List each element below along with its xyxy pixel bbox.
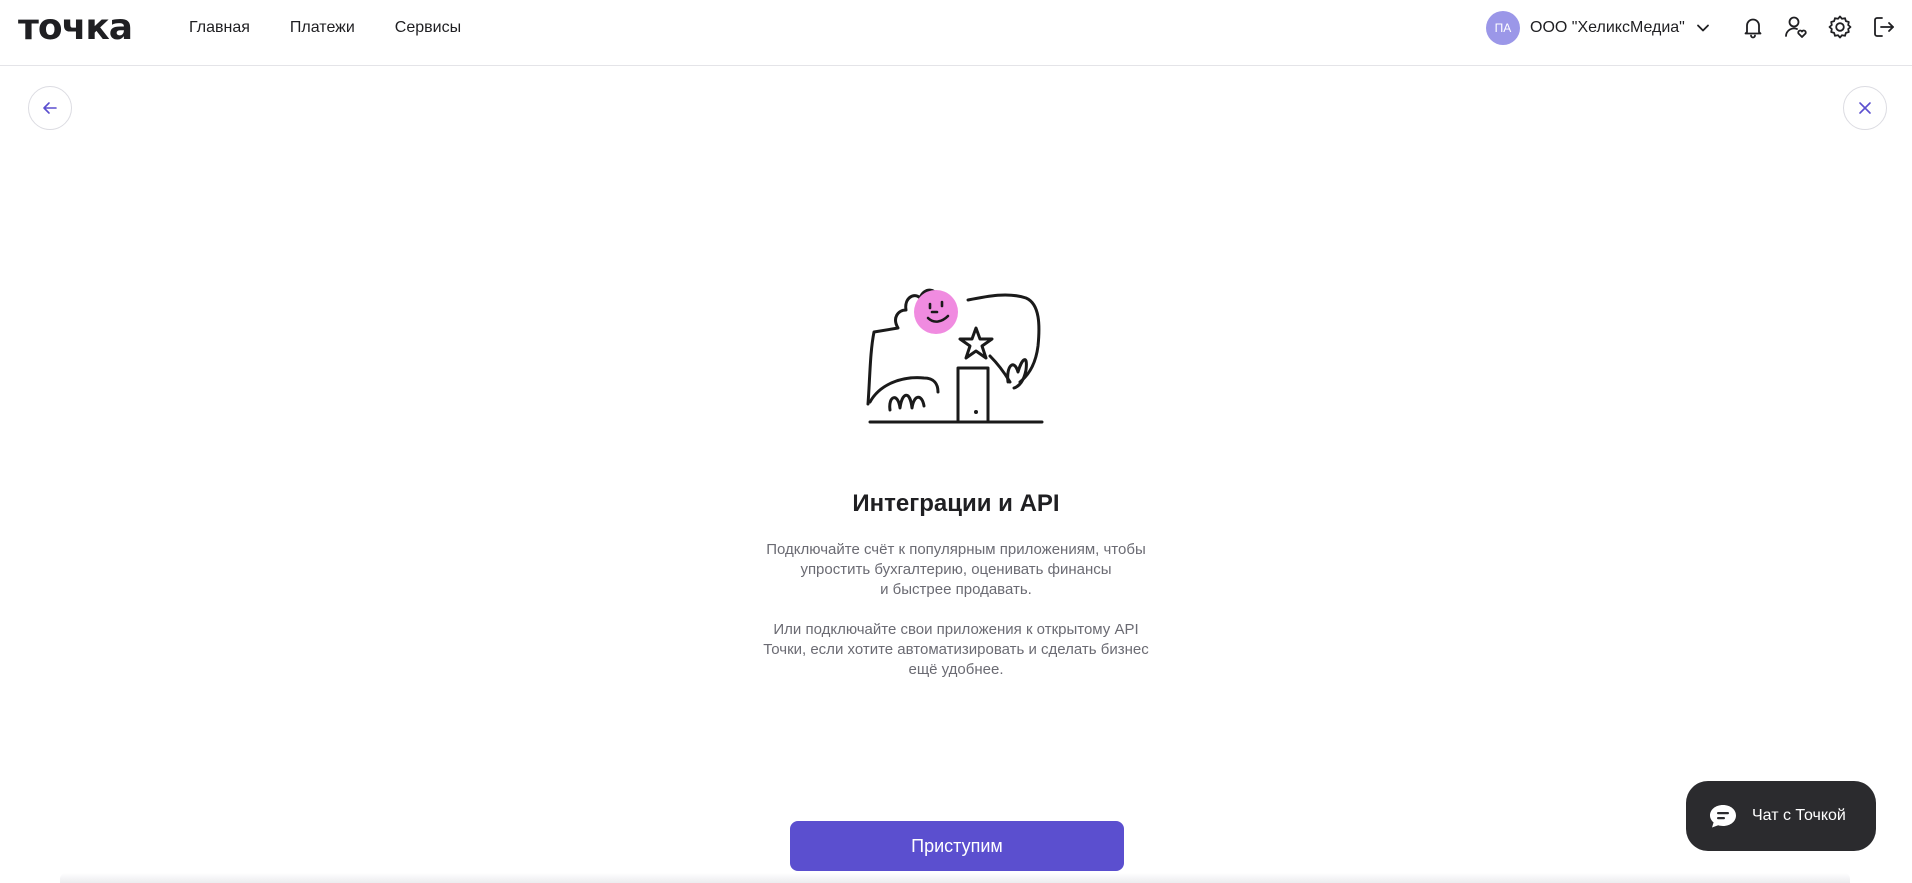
back-button[interactable]	[28, 86, 72, 130]
main-nav: Главная Платежи Сервисы	[189, 0, 461, 56]
account-switcher[interactable]: ПА ООО "ХеликсМедиа"	[1486, 11, 1711, 45]
user-heart-icon[interactable]	[1782, 13, 1810, 41]
close-button[interactable]	[1843, 86, 1887, 130]
close-icon	[1859, 102, 1871, 114]
arrow-left-icon	[43, 102, 57, 114]
chat-button[interactable]: Чат с Точкой	[1686, 781, 1876, 851]
chevron-down-icon	[1695, 20, 1711, 36]
nav-services[interactable]: Сервисы	[395, 19, 461, 37]
description-text: Подключайте счёт к популярным приложения…	[766, 541, 1146, 598]
company-name: ООО "ХеликсМедиа"	[1530, 19, 1685, 36]
page-title: Интеграции и API	[852, 490, 1060, 517]
nav-payments[interactable]: Платежи	[290, 19, 355, 37]
description-api-text: Или подключайте свои приложения к открыт…	[763, 621, 1149, 678]
start-button[interactable]: Приступим	[790, 821, 1124, 871]
avatar: ПА	[1486, 11, 1520, 45]
bottom-panel-edge	[60, 873, 1850, 883]
logo[interactable]: точка	[18, 6, 133, 50]
chat-bubble-icon	[1710, 805, 1736, 828]
nav-home[interactable]: Главная	[189, 19, 250, 37]
top-header: точка Главная Платежи Сервисы ПА ООО "Хе…	[0, 0, 1912, 66]
bell-icon[interactable]	[1739, 13, 1767, 41]
chat-label: Чат с Точкой	[1752, 807, 1846, 824]
gear-icon[interactable]	[1826, 13, 1854, 41]
logout-icon[interactable]	[1870, 13, 1898, 41]
integrations-illustration	[866, 288, 1044, 424]
